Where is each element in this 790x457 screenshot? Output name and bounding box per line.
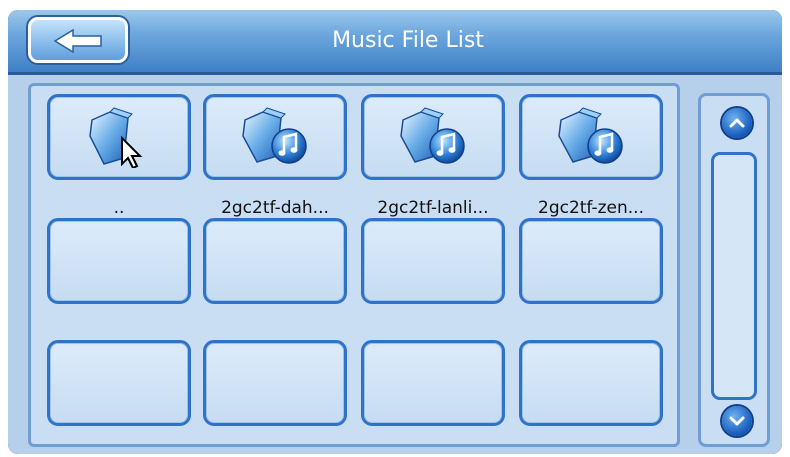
title-bar: Music File List [8,10,782,75]
file-item-label: 2gc2tf-dah... [221,198,329,218]
file-item-label: .. [113,198,125,218]
scroll-up-button[interactable] [722,108,752,138]
empty-slot [519,218,663,304]
scroll-track[interactable] [711,152,757,400]
empty-slot [361,218,505,304]
music-folder-icon [242,107,307,164]
file-item-music[interactable] [519,94,663,180]
chevron-down-icon [729,416,745,426]
file-item-music[interactable] [361,94,505,180]
file-item-label: 2gc2tf-lanli... [377,198,489,218]
file-item-parent[interactable] [47,94,191,180]
page-title: Music File List [332,28,484,53]
music-folder-icon [400,107,465,164]
content-area: .. 2gc2tf-dah... 2gc2tf-lanli... 2gc2tf-… [8,75,782,454]
empty-slot [47,340,191,426]
parent-folder-icon [89,107,143,168]
empty-slot [519,340,663,426]
scroll-down-button[interactable] [722,406,752,436]
empty-slot [47,218,191,304]
chevron-up-icon [729,118,745,128]
file-grid: .. 2gc2tf-dah... 2gc2tf-lanli... 2gc2tf-… [28,83,680,447]
scrollbar [698,93,770,447]
empty-slot [203,340,347,426]
arrow-left-icon [53,29,102,53]
device-screen: Music File List .. 2gc2tf-dah... 2gc2tf-… [8,10,782,454]
back-button[interactable] [28,17,128,63]
empty-slot [361,340,505,426]
music-folder-icon [558,107,623,164]
file-item-music[interactable] [203,94,347,180]
file-item-label: 2gc2tf-zen... [538,198,644,218]
empty-slot [203,218,347,304]
